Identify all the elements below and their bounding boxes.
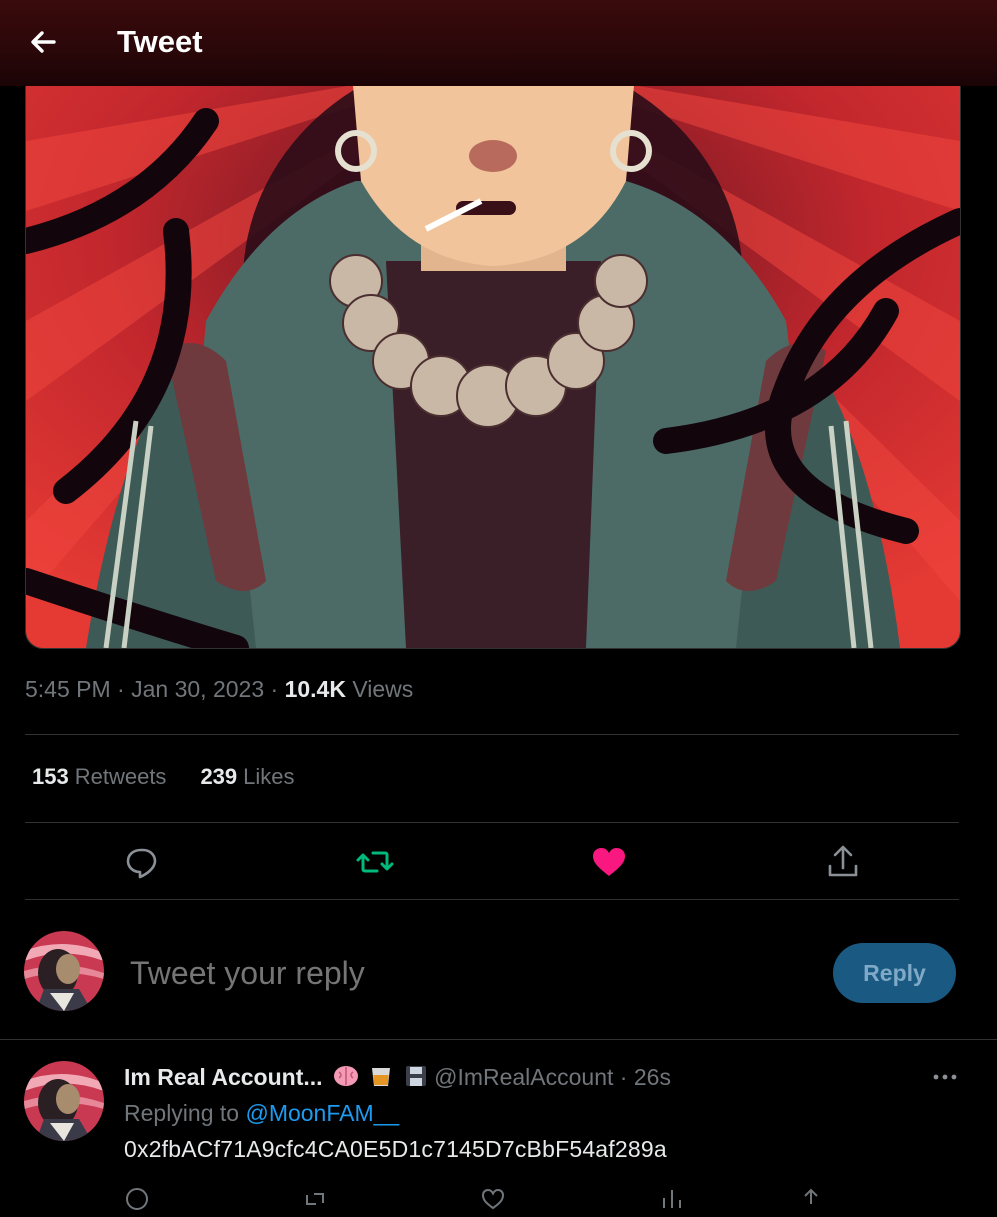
- retweets-label: Retweets: [74, 764, 167, 789]
- likes-count: 239: [200, 764, 238, 789]
- share-icon: [804, 1188, 818, 1204]
- arrow-left-icon: [31, 31, 56, 53]
- retweet-action-button[interactable]: [355, 842, 395, 882]
- views-icon: [663, 1190, 681, 1208]
- top-bar: Tweet: [0, 0, 997, 86]
- reply-button[interactable]: Reply: [833, 943, 956, 1003]
- meta-separator: ·: [117, 676, 132, 702]
- reply-handle[interactable]: @ImRealAccount: [434, 1064, 613, 1090]
- tweet-meta: 5:45 PM · Jan 30, 2023 · 10.4K Views: [25, 676, 413, 703]
- divider: [25, 734, 959, 735]
- likes-stat[interactable]: 239 Likes: [200, 764, 294, 790]
- retweets-stat[interactable]: 153 Retweets: [32, 764, 166, 790]
- tweet-media-image[interactable]: [25, 60, 961, 649]
- back-button[interactable]: [24, 22, 64, 62]
- heart-icon: [593, 848, 625, 876]
- page-title: Tweet: [117, 24, 203, 59]
- header-separator: ·: [619, 1064, 628, 1090]
- more-options-button[interactable]: [930, 1062, 960, 1092]
- reply-tweet[interactable]: Im Real Account... @ImRealAccount · 26s …: [0, 1040, 997, 1210]
- illustration-art: [26, 61, 960, 648]
- heart-outline-icon: [481, 1188, 505, 1210]
- retweet-icon: [356, 851, 394, 873]
- reply-action-bar: [124, 1186, 844, 1210]
- reply-action-button[interactable]: [122, 842, 162, 882]
- floppy-disk-emoji-icon: [404, 1064, 428, 1094]
- brain-emoji-icon: [333, 1064, 359, 1094]
- tweet-date[interactable]: Jan 30, 2023: [131, 676, 264, 702]
- reply-time[interactable]: 26s: [634, 1064, 671, 1090]
- reply-views-button[interactable]: [659, 1186, 685, 1212]
- retweets-count: 153: [32, 764, 69, 789]
- reply-header: Im Real Account... @ImRealAccount · 26s: [124, 1064, 671, 1094]
- tweet-stats: 153 Retweets 239 Likes: [32, 764, 295, 790]
- replying-prefix: Replying to: [124, 1100, 240, 1126]
- likes-label: Likes: [243, 764, 295, 789]
- reply-comment-button[interactable]: [124, 1186, 150, 1212]
- share-action-button[interactable]: [823, 842, 863, 882]
- reply-text: 0x2fbACf71A9cfc4CA0E5D1c7145D7cBbF54af28…: [124, 1136, 667, 1162]
- comment-icon: [126, 1188, 148, 1210]
- whiskey-emoji-icon: [369, 1064, 393, 1094]
- avatar[interactable]: [24, 1061, 104, 1141]
- retweet-icon: [306, 1193, 324, 1205]
- reply-display-name[interactable]: Im Real Account...: [124, 1064, 323, 1090]
- meta-separator: ·: [270, 676, 285, 702]
- reply-share-button[interactable]: [798, 1186, 824, 1212]
- divider: [25, 899, 959, 900]
- share-icon: [828, 845, 858, 877]
- replying-to-line: Replying to @MoonFAM__: [124, 1100, 399, 1127]
- tweet-action-bar: [25, 832, 959, 890]
- more-icon: [933, 1074, 957, 1080]
- comment-icon: [126, 848, 157, 879]
- divider: [25, 822, 959, 823]
- tweet-time[interactable]: 5:45 PM: [25, 676, 111, 702]
- reply-like-button[interactable]: [480, 1186, 506, 1212]
- avatar[interactable]: [24, 931, 104, 1011]
- mention-link[interactable]: @MoonFAM__: [245, 1100, 399, 1126]
- avatar-image: [24, 1061, 104, 1141]
- reply-input[interactable]: [128, 954, 812, 993]
- views-count: 10.4K: [284, 676, 346, 702]
- reply-retweet-button[interactable]: [302, 1186, 328, 1212]
- avatar-image: [24, 931, 104, 1011]
- views-label: Views: [352, 676, 414, 702]
- like-action-button[interactable]: [589, 842, 629, 882]
